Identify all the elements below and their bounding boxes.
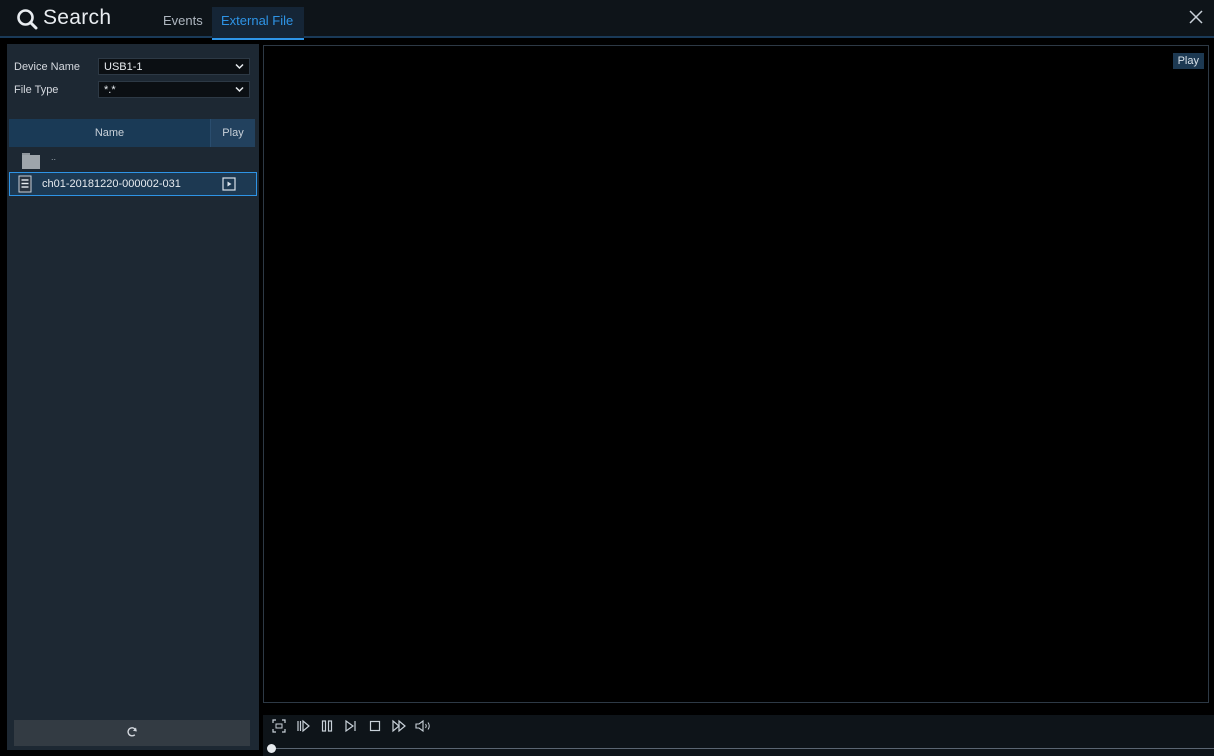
play-file-icon[interactable] <box>222 177 236 191</box>
volume-icon[interactable] <box>415 719 433 733</box>
file-type-label: File Type <box>14 84 59 96</box>
chevron-down-icon <box>235 86 244 93</box>
playback-controls <box>263 715 1214 756</box>
chevron-down-icon <box>235 63 244 70</box>
device-name-label: Device Name <box>14 61 81 73</box>
refresh-button[interactable] <box>14 720 250 746</box>
video-display[interactable]: Play <box>263 45 1209 703</box>
file-row[interactable]: ch01-20181220-000002-031 <box>9 172 257 196</box>
play-badge[interactable]: Play <box>1172 53 1204 69</box>
tab-events[interactable]: Events <box>163 13 203 28</box>
close-icon[interactable] <box>1188 9 1204 25</box>
file-browser-panel: Device Name USB1-1 File Type *.* Name Pl… <box>7 44 259 750</box>
playback-progress-knob[interactable] <box>267 744 276 753</box>
parent-folder-row[interactable]: .. <box>17 148 257 170</box>
device-name-value: USB1-1 <box>104 61 143 73</box>
file-type-value: *.* <box>104 84 116 96</box>
playback-progress-track[interactable] <box>271 748 1214 749</box>
column-name: Name <box>94 127 125 139</box>
fast-forward-icon[interactable] <box>392 719 406 733</box>
file-name: ch01-20181220-000002-031 <box>42 178 181 190</box>
page-title: Search <box>43 6 112 29</box>
parent-folder-label: .. <box>51 152 57 162</box>
column-play: Play <box>210 119 255 147</box>
file-icon <box>18 175 32 193</box>
tab-external-file[interactable]: External File <box>212 7 304 40</box>
frame-step-icon[interactable] <box>344 719 358 733</box>
file-type-select[interactable]: *.* <box>98 81 250 98</box>
search-icon <box>17 9 38 30</box>
device-name-select[interactable]: USB1-1 <box>98 58 250 75</box>
pause-icon[interactable] <box>320 719 334 733</box>
stop-icon[interactable] <box>368 719 382 733</box>
folder-icon <box>22 153 40 169</box>
slow-play-icon[interactable] <box>296 719 310 733</box>
refresh-icon <box>127 727 137 737</box>
top-bar: Search Events External File <box>0 0 1214 40</box>
fullscreen-icon[interactable] <box>272 719 286 733</box>
file-table-header: Name Play <box>9 119 255 147</box>
